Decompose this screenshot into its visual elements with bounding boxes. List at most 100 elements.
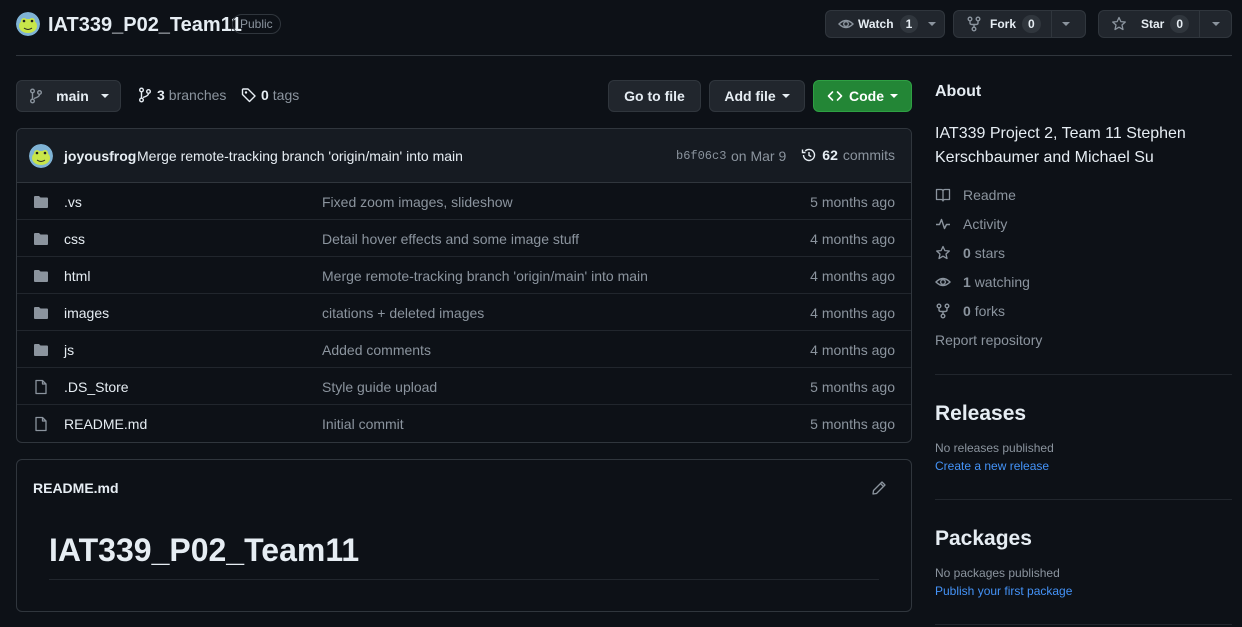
- commits-history-link[interactable]: 62 commits: [801, 147, 895, 163]
- file-age: 4 months ago: [810, 231, 895, 247]
- commit-author-avatar[interactable]: [29, 144, 53, 168]
- file-row[interactable]: js Added comments 4 months ago: [17, 331, 911, 368]
- activity-label: Activity: [963, 216, 1008, 232]
- releases-empty-text: No releases published: [935, 441, 1054, 455]
- watch-label: Watch: [858, 17, 894, 31]
- commit-sha[interactable]: b6f06c3: [676, 149, 726, 163]
- history-icon: [801, 147, 817, 163]
- code-button[interactable]: Code: [813, 80, 912, 112]
- pencil-icon[interactable]: [871, 480, 887, 496]
- latest-commit-bar: joyousfrog Merge remote-tracking branch …: [17, 129, 911, 183]
- file-commit-message[interactable]: Added comments: [322, 342, 431, 358]
- file-name[interactable]: images: [64, 305, 109, 321]
- stars-link[interactable]: 0 stars: [935, 243, 1005, 263]
- fork-chevron-down-icon[interactable]: [1061, 22, 1070, 26]
- go-to-file-label: Go to file: [624, 88, 685, 104]
- fork-label: Fork: [990, 17, 1017, 31]
- readme-link[interactable]: Readme: [935, 185, 1016, 205]
- watching-link[interactable]: 1 watching: [935, 272, 1030, 292]
- file-commit-message[interactable]: citations + deleted images: [322, 305, 484, 321]
- about-title: About: [935, 83, 982, 100]
- file-age: 5 months ago: [810, 416, 895, 432]
- folder-icon: [33, 305, 49, 321]
- branches-count: 3: [157, 87, 165, 103]
- fork-count: 0: [1022, 15, 1041, 33]
- report-repository-link[interactable]: Report repository: [935, 330, 1042, 350]
- activity-link[interactable]: Activity: [935, 214, 1007, 234]
- add-file-label: Add file: [724, 88, 776, 104]
- file-age: 4 months ago: [810, 268, 895, 284]
- file-commit-message[interactable]: Detail hover effects and some image stuf…: [322, 231, 579, 247]
- watch-chevron-down-icon: [928, 22, 937, 26]
- branches-link[interactable]: 3 branches: [137, 87, 226, 103]
- visibility-badge: Public: [232, 14, 281, 34]
- about-description: IAT339 Project 2, Team 11 Stephen Kersch…: [935, 125, 1186, 166]
- file-commit-message[interactable]: Merge remote-tracking branch 'origin/mai…: [322, 268, 648, 284]
- owner-avatar[interactable]: [16, 12, 40, 36]
- eye-icon: [838, 16, 854, 32]
- file-row[interactable]: css Detail hover effects and some image s…: [17, 220, 911, 257]
- readme-panel: README.md IAT339_P02_Team11: [16, 459, 912, 612]
- file-row[interactable]: .DS_Store Style guide upload 5 months ago: [17, 368, 911, 405]
- file-name[interactable]: .vs: [64, 194, 82, 210]
- readme-link-label: Readme: [963, 187, 1016, 203]
- code-chevron-down-icon: [890, 94, 898, 98]
- fork-divider: [1050, 11, 1052, 37]
- star-outline-icon: [935, 245, 951, 261]
- file-browser: joyousfrog Merge remote-tracking branch …: [16, 128, 912, 443]
- readme-filename[interactable]: README.md: [33, 480, 119, 496]
- commit-author[interactable]: joyousfrog: [64, 148, 136, 164]
- commits-label: commits: [842, 147, 895, 163]
- tag-icon: [241, 87, 257, 103]
- sidebar-divider-3: [935, 624, 1232, 625]
- branch-name: main: [56, 88, 89, 104]
- add-file-button[interactable]: Add file: [709, 80, 805, 112]
- forks-label: forks: [974, 303, 1006, 319]
- publish-package-link[interactable]: Publish your first package: [935, 584, 1072, 598]
- file-row[interactable]: html Merge remote-tracking branch 'origin…: [17, 257, 911, 294]
- star-icon: [1111, 16, 1127, 32]
- file-name[interactable]: .DS_Store: [64, 379, 129, 395]
- commits-count: 62: [822, 147, 838, 163]
- releases-title[interactable]: Releases: [935, 402, 1232, 426]
- file-age: 5 months ago: [810, 379, 895, 395]
- branch-selector[interactable]: main: [16, 80, 121, 112]
- packages-title[interactable]: Packages: [935, 527, 1232, 551]
- file-age: 4 months ago: [810, 342, 895, 358]
- watch-button[interactable]: Watch 1: [825, 10, 945, 38]
- go-to-file-button[interactable]: Go to file: [608, 80, 701, 112]
- star-button[interactable]: Star 0: [1098, 10, 1232, 38]
- file-name[interactable]: js: [64, 342, 74, 358]
- fork-icon: [935, 303, 951, 319]
- report-label: Report repository: [935, 332, 1043, 348]
- commit-message[interactable]: Merge remote-tracking branch 'origin/mai…: [137, 148, 463, 164]
- fork-button[interactable]: Fork 0: [953, 10, 1086, 38]
- fork-icon: [966, 16, 982, 32]
- file-row[interactable]: images citations + deleted images 4 months…: [17, 294, 911, 331]
- file-name[interactable]: css: [64, 231, 85, 247]
- tags-link[interactable]: 0 tags: [241, 87, 299, 103]
- readme-divider: [49, 579, 879, 580]
- create-release-link[interactable]: Create a new release: [935, 459, 1049, 473]
- file-commit-message[interactable]: Style guide upload: [322, 379, 437, 395]
- file-row[interactable]: README.md Initial commit 5 months ago: [17, 405, 911, 442]
- watching-count: 1: [963, 274, 971, 290]
- forks-link[interactable]: 0 forks: [935, 301, 1005, 321]
- file-row[interactable]: .vs Fixed zoom images, slideshow 5 months …: [17, 183, 911, 220]
- file-age: 5 months ago: [810, 194, 895, 210]
- readme-heading: IAT339_P02_Team11: [49, 532, 360, 568]
- file-name[interactable]: html: [64, 268, 90, 284]
- code-label: Code: [849, 88, 884, 104]
- file-name[interactable]: README.md: [64, 416, 147, 432]
- star-chevron-down-icon[interactable]: [1212, 22, 1221, 26]
- watch-count: 1: [899, 15, 919, 33]
- sidebar-divider-1: [935, 374, 1232, 375]
- eye-icon: [935, 274, 951, 290]
- file-icon: [33, 416, 49, 432]
- tags-label: tags: [272, 87, 300, 103]
- file-commit-message[interactable]: Initial commit: [322, 416, 404, 432]
- file-commit-message[interactable]: Fixed zoom images, slideshow: [322, 194, 513, 210]
- folder-icon: [33, 194, 49, 210]
- repo-name[interactable]: IAT339_P02_Team11: [48, 12, 242, 38]
- file-age: 4 months ago: [810, 305, 895, 321]
